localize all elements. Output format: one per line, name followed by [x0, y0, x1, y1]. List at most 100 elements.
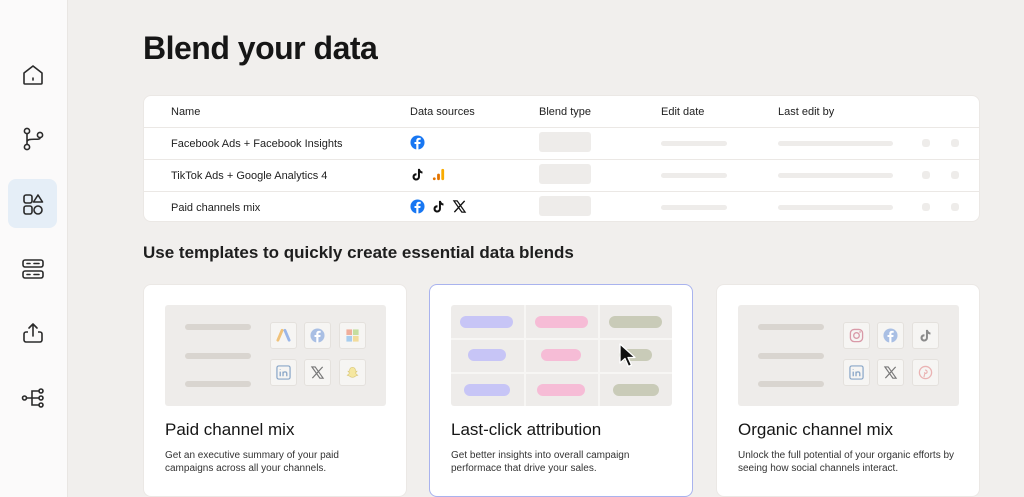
linkedin-icon — [276, 365, 291, 380]
sidebar-item-export[interactable] — [8, 308, 57, 357]
card-title: Paid channel mix — [165, 420, 295, 439]
google-ads-tile — [270, 322, 297, 349]
column-header-name[interactable]: Name — [171, 106, 200, 118]
placeholder-line — [758, 353, 824, 359]
placeholder-line — [185, 381, 251, 387]
x-icon — [452, 200, 467, 213]
row-action-icon[interactable] — [922, 203, 930, 211]
template-preview — [165, 305, 386, 406]
branch-icon — [23, 127, 43, 150]
instagram-icon — [849, 328, 864, 343]
placeholder-pill — [609, 316, 662, 328]
grid-line — [598, 305, 600, 406]
last-edit-by-placeholder — [778, 173, 893, 178]
row-name: Paid channels mix — [171, 202, 261, 214]
x-icon — [883, 366, 898, 379]
facebook-tile — [877, 322, 904, 349]
row-action-icon[interactable] — [922, 171, 930, 179]
row-name: Facebook Ads + Facebook Insights — [171, 138, 343, 150]
sidebar-item-home[interactable] — [8, 50, 57, 99]
placeholder-pill — [613, 384, 659, 396]
blend-type-placeholder — [539, 196, 591, 216]
card-description: Get better insights into overall campaig… — [451, 450, 630, 474]
microsoft-tile — [339, 322, 366, 349]
linkedin-tile — [270, 359, 297, 386]
blend-type-placeholder — [539, 164, 591, 184]
pinterest-tile — [912, 359, 939, 386]
row-action-icon[interactable] — [951, 139, 959, 147]
google-ads-icon — [276, 328, 291, 342]
edit-date-placeholder — [661, 141, 727, 146]
home-icon — [22, 64, 43, 85]
sidebar-item-flows[interactable] — [8, 373, 57, 422]
card-title: Last-click attribution — [451, 420, 602, 439]
microsoft-icon — [346, 329, 359, 342]
card-title: Organic channel mix — [738, 420, 893, 439]
template-preview — [738, 305, 959, 406]
upload-icon — [22, 322, 43, 343]
x-icon — [310, 366, 325, 379]
grid-line — [451, 338, 672, 340]
table-row[interactable]: Paid channels mix — [144, 192, 979, 223]
column-header-blend-type[interactable]: Blend type — [539, 106, 591, 118]
placeholder-pill — [537, 384, 585, 396]
templates-section-title: Use templates to quickly create essentia… — [143, 243, 574, 262]
row-data-sources — [410, 167, 446, 182]
column-header-edit-date[interactable]: Edit date — [661, 106, 704, 118]
placeholder-line — [758, 381, 824, 387]
tiktok-icon — [920, 329, 931, 342]
shapes-icon — [22, 193, 43, 215]
row-action-icon[interactable] — [951, 171, 959, 179]
x-tile — [877, 359, 904, 386]
last-edit-by-placeholder — [778, 141, 893, 146]
column-header-last-edit-by[interactable]: Last edit by — [778, 106, 834, 118]
table-row[interactable]: Facebook Ads + Facebook Insights — [144, 128, 979, 159]
sidebar-item-templates[interactable] — [8, 179, 57, 228]
snapchat-icon — [346, 367, 359, 378]
main-content: Blend your data Name Data sources Blend … — [68, 0, 1024, 497]
placeholder-pill — [468, 349, 506, 361]
sidebar — [0, 0, 68, 497]
column-header-data-sources[interactable]: Data sources — [410, 106, 475, 118]
placeholder-line — [185, 324, 251, 330]
placeholder-line — [185, 353, 251, 359]
grid-line — [451, 372, 672, 374]
x-tile — [304, 359, 331, 386]
tiktok-icon — [433, 200, 444, 213]
row-action-icon[interactable] — [922, 139, 930, 147]
sidebar-item-blends[interactable] — [8, 114, 57, 163]
card-description: Unlock the full potential of your organi… — [738, 450, 955, 474]
row-data-sources — [410, 199, 467, 214]
template-card-organic-channel-mix[interactable]: Organic channel mix Unlock the full pote… — [716, 284, 980, 497]
pinterest-icon — [918, 365, 933, 380]
google-analytics-icon — [432, 168, 445, 181]
card-description: Get an executive summary of your paid ca… — [165, 450, 339, 474]
mouse-cursor-icon — [619, 343, 636, 368]
row-name: TikTok Ads + Google Analytics 4 — [171, 170, 328, 182]
row-data-sources — [410, 135, 425, 150]
sidebar-item-data[interactable] — [8, 244, 57, 293]
grid-line — [524, 305, 526, 406]
placeholder-line — [758, 324, 824, 330]
template-card-last-click-attribution[interactable]: Last-click attribution Get better insigh… — [429, 284, 693, 497]
facebook-tile — [304, 322, 331, 349]
placeholder-pill — [541, 349, 581, 361]
blends-table: Name Data sources Blend type Edit date L… — [143, 95, 980, 222]
workflow-icon — [21, 387, 44, 408]
table-row[interactable]: TikTok Ads + Google Analytics 4 — [144, 160, 979, 191]
server-icon — [21, 258, 44, 279]
last-edit-by-placeholder — [778, 205, 893, 210]
facebook-icon — [410, 135, 425, 150]
tiktok-tile — [912, 322, 939, 349]
template-card-paid-channel-mix[interactable]: Paid channel mix Get an executive summar… — [143, 284, 407, 497]
edit-date-placeholder — [661, 205, 727, 210]
placeholder-pill — [535, 316, 588, 328]
template-preview — [451, 305, 672, 406]
page-title: Blend your data — [143, 30, 378, 66]
snapchat-tile — [339, 359, 366, 386]
linkedin-icon — [849, 365, 864, 380]
facebook-icon — [883, 328, 898, 343]
row-action-icon[interactable] — [951, 203, 959, 211]
placeholder-pill — [460, 316, 513, 328]
linkedin-tile — [843, 359, 870, 386]
